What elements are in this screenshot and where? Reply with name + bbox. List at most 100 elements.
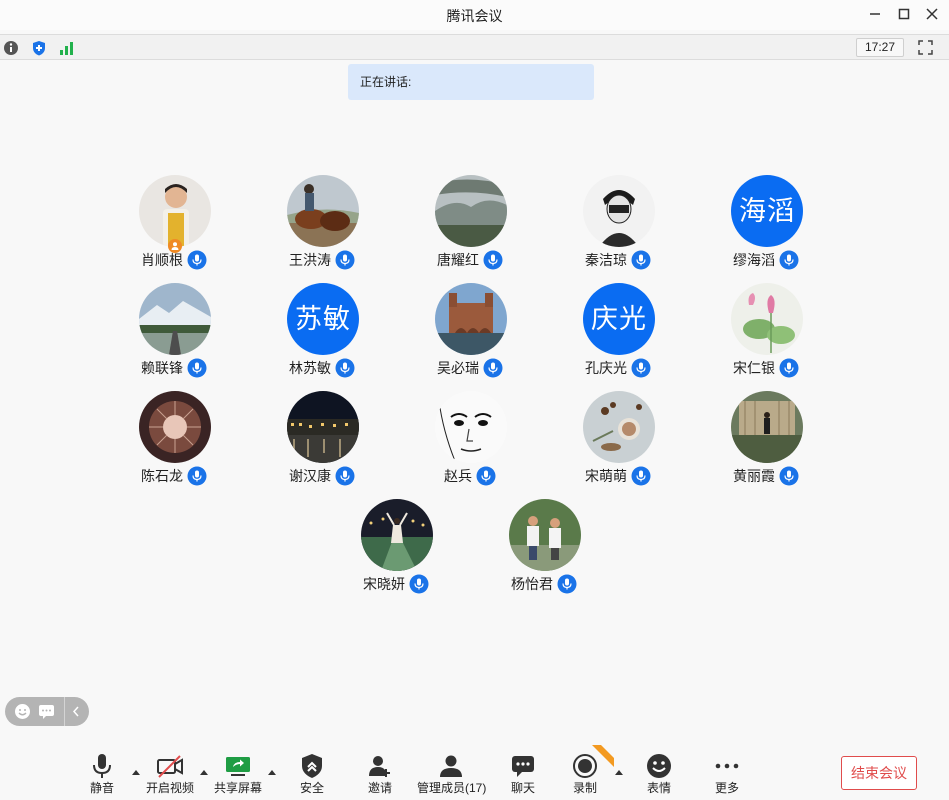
add-user-icon <box>366 752 394 780</box>
new-badge-icon <box>592 745 614 767</box>
security-button[interactable]: 安全 <box>292 745 332 800</box>
microphone-icon <box>335 358 355 378</box>
shield-icon[interactable] <box>31 40 47 56</box>
participant-label: 肖顺根 <box>104 249 244 271</box>
microphone-icon <box>335 466 355 486</box>
share-options-caret[interactable] <box>267 763 277 775</box>
microphone-icon <box>483 250 503 270</box>
microphone-icon <box>409 574 429 594</box>
more-button[interactable]: 更多 <box>707 745 747 800</box>
chat-button[interactable]: 聊天 <box>503 745 543 800</box>
avatar <box>139 391 211 463</box>
microphone-icon <box>779 466 799 486</box>
avatar <box>583 391 655 463</box>
microphone-icon <box>335 250 355 270</box>
meeting-info-bar: 17:27 <box>0 34 949 60</box>
avatar <box>509 499 581 571</box>
participant-tile[interactable]: 宋晓妍 <box>326 499 466 599</box>
emoji-icon[interactable] <box>14 703 31 725</box>
window-title: 腾讯会议 <box>446 8 503 24</box>
invite-button[interactable]: 邀请 <box>360 745 400 800</box>
chat-bubble-icon[interactable] <box>38 703 55 725</box>
microphone-icon <box>483 358 503 378</box>
title-bar: 腾讯会议 <box>0 0 949 30</box>
participant-tile[interactable]: 宋萌萌 <box>548 391 688 491</box>
participant-name: 谢汉康 <box>289 468 331 484</box>
avatar <box>361 499 433 571</box>
avatar <box>287 391 359 463</box>
members-icon <box>437 752 465 780</box>
participant-name: 赵兵 <box>444 468 472 484</box>
participant-tile[interactable]: 苏敏 林苏敏 <box>252 283 392 383</box>
microphone-icon <box>187 466 207 486</box>
manage-members-button[interactable]: 管理成员(17) <box>417 745 486 800</box>
quick-reaction-bar <box>5 697 89 726</box>
microphone-icon <box>88 752 116 780</box>
meeting-clock: 17:27 <box>856 38 904 57</box>
collapse-left-icon[interactable] <box>70 703 82 725</box>
participant-name: 杨怡君 <box>511 576 553 592</box>
divider <box>64 697 65 726</box>
camera-off-icon <box>156 752 184 780</box>
video-options-caret[interactable] <box>199 763 209 775</box>
mute-button[interactable]: 静音 <box>82 745 122 800</box>
microphone-icon <box>187 358 207 378</box>
microphone-icon <box>779 358 799 378</box>
avatar <box>583 175 655 247</box>
participant-tile[interactable]: 海滔 缪海滔 <box>696 175 836 275</box>
participant-tile[interactable]: 庆光 孔庆光 <box>548 283 688 383</box>
signal-icon[interactable] <box>59 40 75 56</box>
participant-name: 唐耀红 <box>437 252 479 268</box>
record-options-caret[interactable] <box>614 763 624 775</box>
start-video-button[interactable]: 开启视频 <box>144 745 196 800</box>
speaking-indicator: 正在讲话: <box>348 64 594 100</box>
share-screen-button[interactable]: 共享屏幕 <box>212 745 264 800</box>
participant-tile[interactable]: 杨怡君 <box>474 499 614 599</box>
security-shield-icon <box>298 752 326 780</box>
microphone-icon <box>631 250 651 270</box>
participant-tile[interactable]: 宋仁银 <box>696 283 836 383</box>
meeting-toolbar: 静音 开启视频 共享屏幕 安全 邀请 管理成员(17) 聊天 录制 表情 更多 … <box>0 745 949 800</box>
participant-name: 陈石龙 <box>141 468 183 484</box>
participant-name: 宋萌萌 <box>585 468 627 484</box>
mute-options-caret[interactable] <box>131 763 141 775</box>
end-meeting-button[interactable]: 结束会议 <box>841 756 917 790</box>
microphone-icon <box>631 466 651 486</box>
participant-name: 王洪涛 <box>289 252 331 268</box>
participant-label: 林苏敏 <box>252 357 392 379</box>
participant-name: 秦洁琼 <box>585 252 627 268</box>
avatar <box>139 283 211 355</box>
participant-tile[interactable]: 唐耀红 <box>400 175 540 275</box>
participant-name: 林苏敏 <box>289 360 331 376</box>
participant-name: 吴必瑞 <box>437 360 479 376</box>
close-icon[interactable] <box>922 5 942 23</box>
participant-label: 王洪涛 <box>252 249 392 271</box>
participant-label: 杨怡君 <box>474 573 614 595</box>
participant-tile[interactable]: 谢汉康 <box>252 391 392 491</box>
participant-name: 缪海滔 <box>733 252 775 268</box>
participant-label: 赖联锋 <box>104 357 244 379</box>
participant-tile[interactable]: 王洪涛 <box>252 175 392 275</box>
participant-name: 肖顺根 <box>141 252 183 268</box>
fullscreen-icon[interactable] <box>917 39 934 56</box>
participant-label: 宋仁银 <box>696 357 836 379</box>
avatar <box>139 175 211 247</box>
maximize-icon[interactable] <box>894 5 914 23</box>
participant-tile[interactable]: 吴必瑞 <box>400 283 540 383</box>
participant-name: 黄丽霞 <box>733 468 775 484</box>
participant-tile[interactable]: 赖联锋 <box>104 283 244 383</box>
microphone-icon <box>779 250 799 270</box>
participant-tile[interactable]: 肖顺根 <box>104 175 244 275</box>
participant-tile[interactable]: 陈石龙 <box>104 391 244 491</box>
info-icon[interactable] <box>3 40 19 56</box>
reaction-button[interactable]: 表情 <box>639 745 679 800</box>
participant-label: 吴必瑞 <box>400 357 540 379</box>
chat-icon <box>509 752 537 780</box>
participant-tile[interactable]: 赵兵 <box>400 391 540 491</box>
avatar <box>435 175 507 247</box>
minimize-icon[interactable] <box>865 5 885 23</box>
avatar-initials: 庆光 <box>583 283 655 355</box>
participant-tile[interactable]: 秦洁琼 <box>548 175 688 275</box>
participant-tile[interactable]: 黄丽霞 <box>696 391 836 491</box>
avatar <box>287 175 359 247</box>
